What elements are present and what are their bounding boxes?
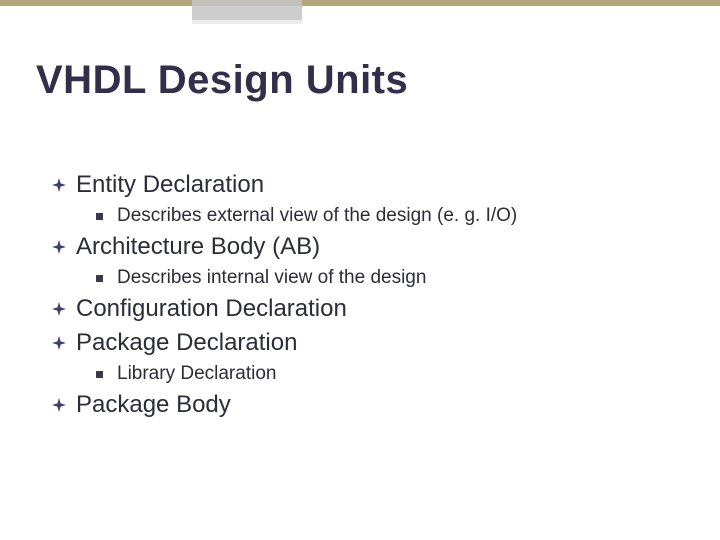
sub-list-item-label: Describes internal view of the design <box>117 267 426 289</box>
star-bullet-icon <box>52 302 66 316</box>
star-bullet-icon <box>52 240 66 254</box>
list-item-label: Configuration Declaration <box>76 295 347 323</box>
list-item: Package Body <box>52 391 690 419</box>
sub-list-item-label: Library Declaration <box>117 363 276 385</box>
square-bullet-icon <box>96 275 103 282</box>
page-title: VHDL Design Units <box>36 58 408 103</box>
square-bullet-icon <box>96 213 103 220</box>
list-item: Architecture Body (AB) <box>52 233 690 261</box>
decorative-shadow-box <box>192 0 302 20</box>
list-item-label: Package Body <box>76 391 231 419</box>
list-item: Entity Declaration <box>52 171 690 199</box>
list-item-label: Package Declaration <box>76 329 297 357</box>
list-item: Package Declaration <box>52 329 690 357</box>
sub-list-item: Describes internal view of the design <box>96 267 690 289</box>
slide: VHDL Design Units Entity Declaration Des… <box>0 0 720 540</box>
star-bullet-icon <box>52 178 66 192</box>
decorative-top-bar <box>0 0 720 6</box>
sub-list-item-label: Describes external view of the design (e… <box>117 205 517 227</box>
list-item-label: Entity Declaration <box>76 171 264 199</box>
sub-list-item: Describes external view of the design (e… <box>96 205 690 227</box>
decorative-shadow-box-edge <box>192 20 302 24</box>
star-bullet-icon <box>52 398 66 412</box>
content-body: Entity Declaration Describes external vi… <box>52 165 690 421</box>
list-item: Configuration Declaration <box>52 295 690 323</box>
star-bullet-icon <box>52 336 66 350</box>
sub-list-item: Library Declaration <box>96 363 690 385</box>
list-item-label: Architecture Body (AB) <box>76 233 320 261</box>
square-bullet-icon <box>96 371 103 378</box>
